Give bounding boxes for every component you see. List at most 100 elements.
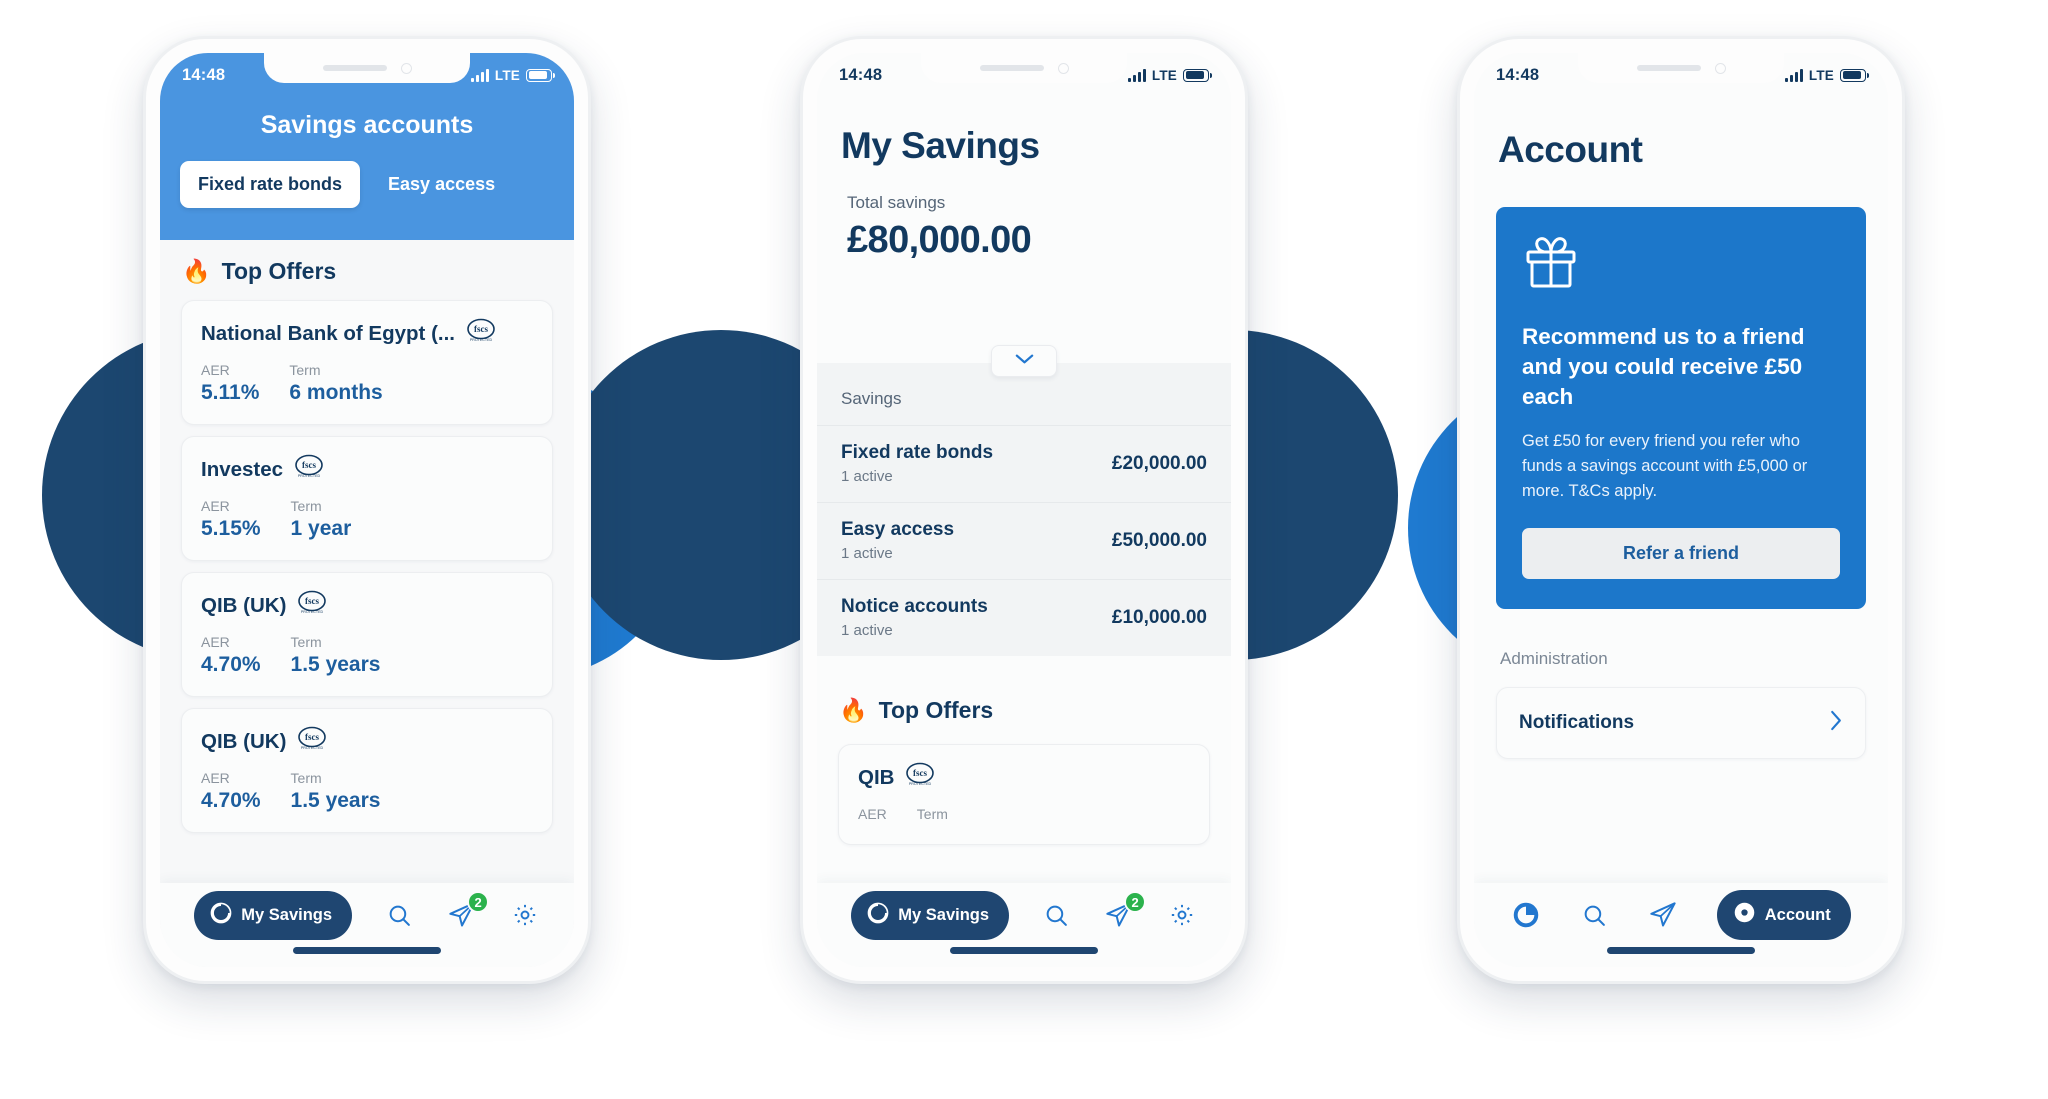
tab-easy-access[interactable]: Easy access [370,161,513,208]
my-savings-icon [210,902,232,929]
nav-search[interactable] [1580,900,1610,930]
offer-name: QIB [858,765,895,789]
expand-toggle-button[interactable] [991,345,1057,377]
home-indicator[interactable] [293,947,441,954]
search-icon [385,900,415,930]
row-text: Fixed rate bonds 1 active [841,442,993,485]
offer-card[interactable]: QIB (UK) fscs PROTECTED AER 4.70% Term 1.… [181,572,553,697]
total-savings-label: Total savings [847,193,946,212]
svg-text:PROTECTED: PROTECTED [301,746,324,750]
tab-fixed-rate-bonds[interactable]: Fixed rate bonds [180,161,361,208]
offer-term: Term 6 months [289,362,382,405]
offer-card[interactable]: QIB fscs PROTECTED AER Term [838,744,1210,845]
row-name: Fixed rate bonds [841,442,994,463]
message-badge: 2 [1124,891,1147,913]
gift-icon [1522,233,1840,294]
phone-2-screen: My Savings Total savings £80,000.00 Savi… [817,53,1231,967]
offer-details: AER Term [858,806,1190,825]
offer-card[interactable]: National Bank of Egypt (... fscs PROTECTE… [181,300,553,425]
bottom-nav: Account [1474,883,1888,967]
offer-details: AER 4.70% Term 1.5 years [201,634,533,677]
row-amount: £50,000.00 [1111,529,1207,551]
message-badge: 2 [467,891,490,913]
row-subtitle: 1 active [841,468,893,485]
svg-text:fscs: fscs [913,768,927,778]
row-text: Notice accounts 1 active [841,596,988,639]
offer-term: Term [917,806,948,825]
svg-text:fscs: fscs [474,324,488,334]
offer-header: Investec fscs PROTECTED [201,454,533,485]
savings-row-easy-access[interactable]: Easy access 1 active £50,000.00 [817,502,1231,579]
savings-row-notice-accounts[interactable]: Notice accounts 1 active £10,000.00 [817,579,1231,656]
nav-messages[interactable]: 2 [1104,891,1147,930]
phone-notch [264,53,470,83]
status-time: 14:48 [182,65,226,84]
phone-1-savings-accounts: Savings accounts Fixed rate bonds Easy a… [143,36,591,984]
top-offers-title: Top Offers [878,697,994,723]
nav-my-savings-active[interactable]: My Savings [851,890,1010,940]
offer-details: AER 5.15% Term 1 year [201,498,533,541]
front-camera [400,62,412,74]
term-label: Term [916,806,948,822]
term-label: Term [290,770,322,786]
tab-bar: Fixed rate bonds Easy access [160,161,574,208]
term-value: 6 months [289,381,383,404]
nav-my-savings-active[interactable]: My Savings [194,890,353,940]
phone-2-my-savings: My Savings Total savings £80,000.00 Savi… [800,36,1248,984]
nav-account-active[interactable]: Account [1716,890,1851,940]
front-camera [1057,62,1069,74]
network-label: LTE [1808,67,1834,83]
top-offers-title: Top Offers [221,258,337,284]
svg-text:PROTECTED: PROTECTED [909,782,932,786]
phone-3-content: Account Recommend us to a friend and you… [1474,53,1888,967]
home-indicator[interactable] [950,947,1098,954]
offer-card[interactable]: Investec fscs PROTECTED AER 5.15% Term 1 … [181,436,553,561]
offer-header: QIB (UK) fscs PROTECTED [201,590,533,621]
aer-label: AER [201,498,230,514]
phone-1-content: 🔥 Top Offers National Bank of Egypt (...… [160,240,574,967]
nav-search[interactable] [1042,900,1072,930]
svg-text:PROTECTED: PROTECTED [470,338,493,342]
row-name: Notice accounts [841,596,988,617]
offer-term: Term 1 year [291,498,352,541]
svg-text:fscs: fscs [305,596,319,606]
nav-messages[interactable] [1648,900,1678,930]
offer-aer: AER 4.70% [201,634,261,677]
offer-header: QIB (UK) fscs PROTECTED [201,726,533,757]
status-indicators: LTE [470,68,555,83]
offer-card[interactable]: QIB (UK) fscs PROTECTED AER 4.70% Term 1.… [181,708,553,833]
home-indicator[interactable] [1607,947,1755,954]
fire-icon: 🔥 [839,697,868,723]
battery-icon [1183,68,1212,82]
term-value: 1 year [290,517,352,540]
bottom-nav: My Savings 2 [160,883,574,967]
nav-messages[interactable]: 2 [447,891,490,930]
notifications-row[interactable]: Notifications [1496,686,1866,759]
refer-body-text: Get £50 for every friend you refer who f… [1522,432,1808,500]
nav-settings[interactable] [1167,900,1197,930]
search-icon [1580,900,1610,930]
fscs-badge-icon: fscs PROTECTED [293,454,325,485]
earpiece-speaker [979,65,1044,71]
offer-header: QIB fscs PROTECTED [858,762,1190,793]
total-savings-value: £80,000.00 [847,219,1032,261]
refer-a-friend-button[interactable]: Refer a friend [1522,527,1840,579]
nav-search[interactable] [385,900,415,930]
savings-row-fixed-rate-bonds[interactable]: Fixed rate bonds 1 active £20,000.00 [817,425,1231,502]
nav-my-savings[interactable] [1511,900,1541,930]
row-amount: £10,000.00 [1111,606,1207,628]
aer-label: AER [201,634,230,650]
phone-3-screen: Account Recommend us to a friend and you… [1474,53,1888,967]
battery-icon [1840,68,1869,82]
phone-3-account: Account Recommend us to a friend and you… [1457,36,1905,984]
aer-label: AER [201,770,230,786]
offer-name: National Bank of Egypt (... [201,321,455,345]
phone-notch [921,53,1127,83]
offer-aer: AER 4.70% [201,770,261,813]
notifications-label: Notifications [1519,711,1635,733]
offer-details: AER 4.70% Term 1.5 years [201,770,533,813]
aer-value: 5.11% [201,381,260,404]
aer-label: AER [201,362,230,378]
nav-settings[interactable] [510,900,540,930]
term-label: Term [290,634,322,650]
